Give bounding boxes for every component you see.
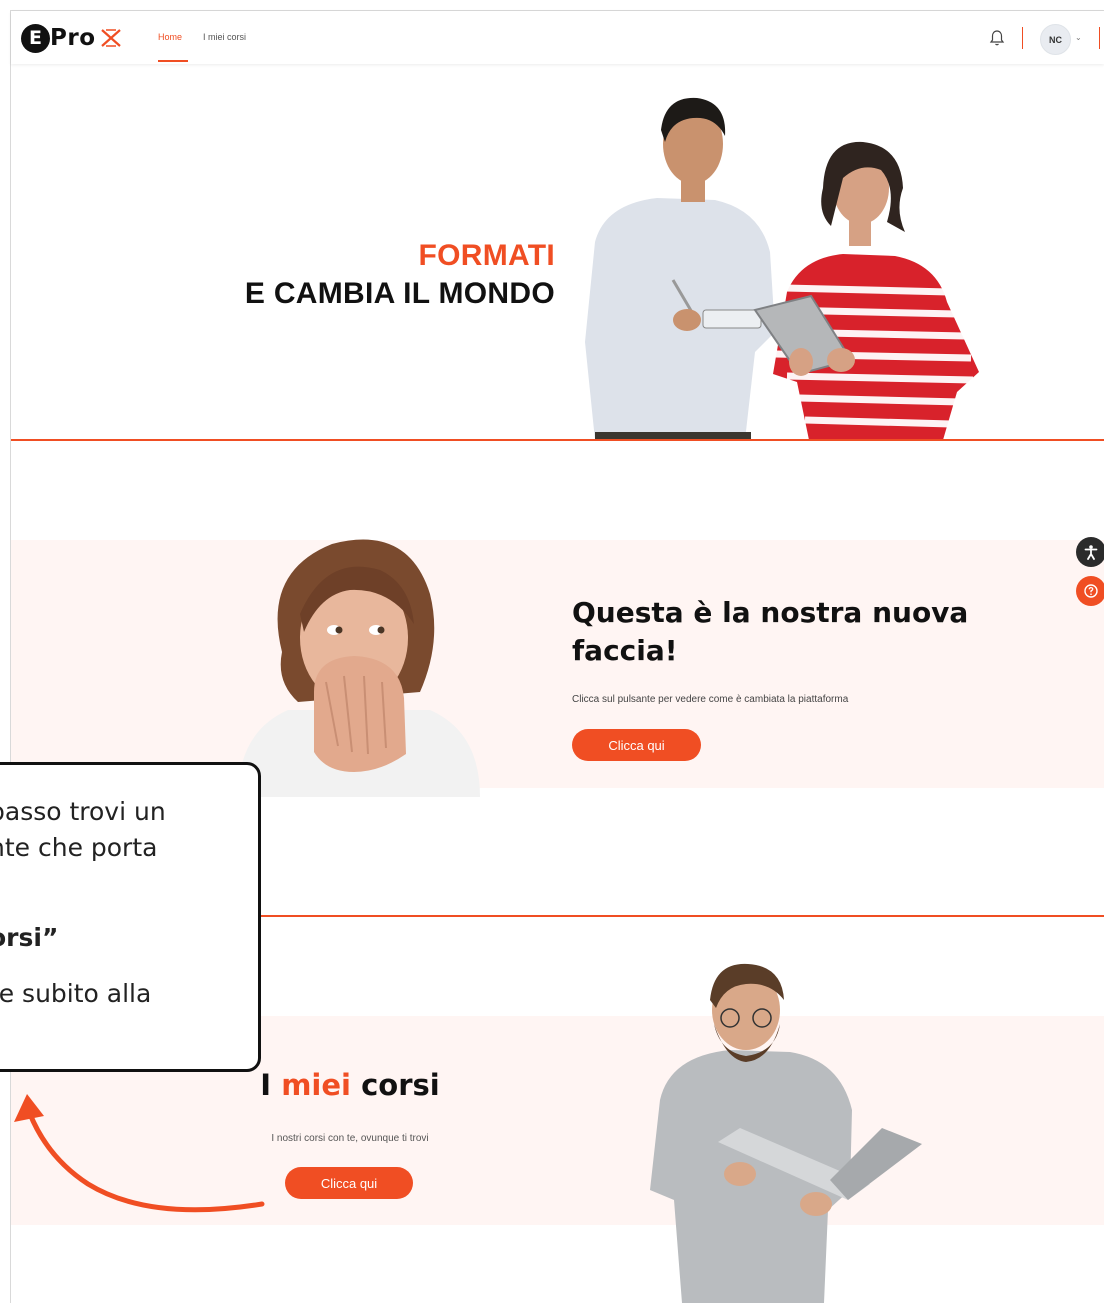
my-courses-title-suffix: corsi: [361, 1068, 440, 1102]
accessibility-button[interactable]: [1076, 537, 1104, 567]
callout-line-1: passo trovi un: [0, 797, 166, 826]
nav-active-indicator: [158, 60, 188, 62]
nav-separator: [1022, 27, 1023, 49]
hero-title-line1: FORMATI: [418, 239, 555, 272]
bell-icon[interactable]: [989, 29, 1005, 47]
tutorial-callout: passo trovi un nte che porta orsi” re su…: [0, 762, 261, 1072]
nav-my-courses[interactable]: I miei corsi: [203, 32, 246, 42]
logo-x-icon: [100, 29, 121, 47]
help-button[interactable]: [1076, 576, 1104, 606]
my-courses-cta-button[interactable]: Clicca qui: [285, 1167, 413, 1199]
logo-text: Pro: [50, 25, 96, 51]
callout-line-4: re subito alla: [0, 979, 152, 1008]
hero-people-photo: [585, 97, 979, 440]
help-icon: [1084, 584, 1098, 598]
arrow-pointer-icon: [14, 1094, 265, 1213]
hero-divider: [11, 439, 1104, 441]
accessibility-icon: [1084, 545, 1098, 560]
new-face-title: Questa è la nostra nuova faccia!: [572, 596, 969, 667]
new-face-cta-button[interactable]: Clicca qui: [572, 729, 701, 761]
hero-title: FORMATI E CAMBIA IL MONDO: [245, 237, 555, 313]
callout-line-3: orsi”: [0, 923, 59, 952]
nav-separator-right: [1099, 27, 1100, 49]
navbar: E Pro Home I miei corsi NC ⌄: [11, 11, 1104, 64]
surprised-woman-photo: [238, 539, 480, 797]
nav-home[interactable]: Home: [158, 32, 182, 42]
hero-title-line2: E CAMBIA IL MONDO: [244, 277, 555, 310]
user-avatar[interactable]: NC: [1040, 24, 1071, 55]
new-face-subtitle: Clicca sul pulsante per vedere come è ca…: [572, 694, 849, 705]
chevron-down-icon[interactable]: ⌄: [1075, 33, 1082, 42]
my-courses-title-highlight: miei: [281, 1068, 351, 1102]
man-laptop-photo: [650, 963, 922, 1303]
eprox-logo[interactable]: E Pro: [21, 23, 122, 53]
callout-line-2: nte che porta: [0, 833, 158, 862]
logo-e-badge: E: [21, 23, 50, 53]
